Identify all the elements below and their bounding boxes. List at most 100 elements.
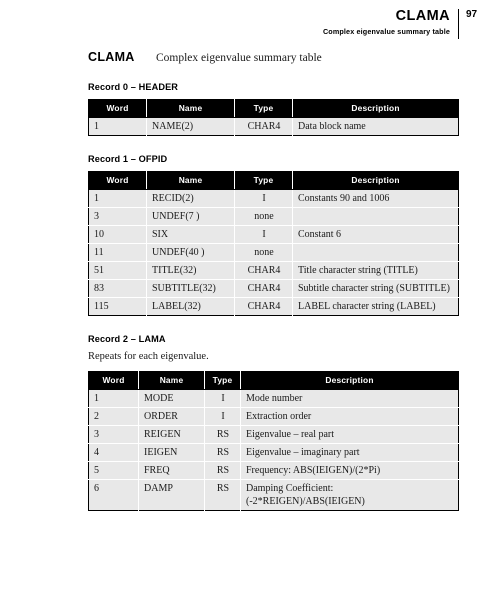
cell-name: ORDER [138, 407, 205, 426]
column-header-type: Type [204, 371, 241, 390]
cell-description [292, 243, 459, 262]
cell-description: LABEL character string (LABEL) [292, 297, 459, 316]
cell-description: Constant 6 [292, 225, 459, 244]
cell-description: Eigenvalue – imaginary part [240, 443, 459, 462]
header-chapter-subtitle: Complex eigenvalue summary table [322, 27, 450, 36]
page-running-header: CLAMA Complex eigenvalue summary table 9… [0, 8, 482, 42]
column-header-name: Name [146, 171, 235, 190]
header-divider-rule [458, 9, 459, 39]
table-row: 10 SIX I Constant 6 [88, 225, 459, 244]
cell-description: Data block name [292, 117, 459, 136]
table-row: 1 MODE I Mode number [88, 389, 459, 408]
cell-word: 115 [88, 297, 147, 316]
page-title: CLAMA [88, 50, 135, 64]
cell-type: CHAR4 [234, 117, 293, 136]
cell-name: NAME(2) [146, 117, 235, 136]
cell-name: DAMP [138, 479, 205, 511]
cell-word: 3 [88, 425, 139, 444]
column-header-description: Description [240, 371, 459, 390]
table-header-row: Word Name Type Description [88, 171, 459, 190]
cell-word: 1 [88, 189, 147, 208]
record-table-0: Word Name Type Description 1 NAME(2) CHA… [88, 99, 459, 136]
page-number: 97 [466, 9, 478, 20]
cell-word: 4 [88, 443, 139, 462]
record-note-2: Repeats for each eigenvalue. [88, 351, 209, 362]
cell-type: I [204, 407, 241, 426]
record-heading-2: Record 2 – LAMA [88, 334, 166, 344]
cell-type: none [234, 207, 293, 226]
cell-word: 3 [88, 207, 147, 226]
record-heading-1: Record 1 – OFPID [88, 154, 168, 164]
table-row: 3 UNDEF(7 ) none [88, 207, 459, 226]
column-header-description: Description [292, 99, 459, 118]
cell-word: 1 [88, 117, 147, 136]
cell-name: IEIGEN [138, 443, 205, 462]
table-row: 6 DAMP RS Damping Coefficient: (-2*REIGE… [88, 479, 459, 511]
cell-description: Title character string (TITLE) [292, 261, 459, 280]
cell-word: 83 [88, 279, 147, 298]
cell-type: I [234, 189, 293, 208]
cell-word: 10 [88, 225, 147, 244]
cell-type: RS [204, 425, 241, 444]
cell-description: Damping Coefficient: (-2*REIGEN)/ABS(IEI… [240, 479, 459, 511]
cell-name: FREQ [138, 461, 205, 480]
table-row: 2 ORDER I Extraction order [88, 407, 459, 426]
cell-word: 6 [88, 479, 139, 511]
cell-name: MODE [138, 389, 205, 408]
cell-type: I [234, 225, 293, 244]
cell-type: CHAR4 [234, 297, 293, 316]
page-title-description: Complex eigenvalue summary table [156, 52, 322, 64]
cell-description: Subtitle character string (SUBTITLE) [292, 279, 459, 298]
table-row: 1 RECID(2) I Constants 90 and 1006 [88, 189, 459, 208]
cell-name: REIGEN [138, 425, 205, 444]
table-row: 5 FREQ RS Frequency: ABS(IEIGEN)/(2*Pi) [88, 461, 459, 480]
column-header-word: Word [88, 99, 147, 118]
cell-type: CHAR4 [234, 279, 293, 298]
column-header-name: Name [146, 99, 235, 118]
cell-word: 5 [88, 461, 139, 480]
record-table-1: Word Name Type Description 1 RECID(2) I … [88, 171, 459, 316]
cell-word: 11 [88, 243, 147, 262]
cell-word: 2 [88, 407, 139, 426]
table-row: 1 NAME(2) CHAR4 Data block name [88, 117, 459, 136]
table-header-row: Word Name Type Description [88, 371, 459, 390]
record-table-2: Word Name Type Description 1 MODE I Mode… [88, 371, 459, 511]
cell-description: Constants 90 and 1006 [292, 189, 459, 208]
cell-name: UNDEF(7 ) [146, 207, 235, 226]
cell-description: Eigenvalue – real part [240, 425, 459, 444]
column-header-word: Word [88, 171, 147, 190]
header-text-block: CLAMA Complex eigenvalue summary table [323, 8, 458, 37]
cell-name: UNDEF(40 ) [146, 243, 235, 262]
table-header-row: Word Name Type Description [88, 99, 459, 118]
cell-type: RS [204, 479, 241, 511]
column-header-type: Type [234, 171, 293, 190]
table-row: 3 REIGEN RS Eigenvalue – real part [88, 425, 459, 444]
column-header-name: Name [138, 371, 205, 390]
table-row: 83 SUBTITLE(32) CHAR4 Subtitle character… [88, 279, 459, 298]
cell-type: none [234, 243, 293, 262]
record-heading-0: Record 0 – HEADER [88, 82, 179, 92]
cell-name: SIX [146, 225, 235, 244]
cell-description: Frequency: ABS(IEIGEN)/(2*Pi) [240, 461, 459, 480]
header-chapter-title: CLAMA [395, 8, 450, 24]
cell-word: 1 [88, 389, 139, 408]
cell-type: RS [204, 443, 241, 462]
column-header-description: Description [292, 171, 459, 190]
cell-name: TITLE(32) [146, 261, 235, 280]
column-header-word: Word [88, 371, 139, 390]
page-title-row: CLAMA Complex eigenvalue summary table [88, 50, 458, 64]
cell-type: I [204, 389, 241, 408]
cell-type: CHAR4 [234, 261, 293, 280]
cell-name: LABEL(32) [146, 297, 235, 316]
cell-description [292, 207, 459, 226]
document-content: CLAMA Complex eigenvalue summary table R… [88, 50, 459, 529]
cell-name: SUBTITLE(32) [146, 279, 235, 298]
cell-name: RECID(2) [146, 189, 235, 208]
cell-type: RS [204, 461, 241, 480]
table-row: 11 UNDEF(40 ) none [88, 243, 459, 262]
cell-word: 51 [88, 261, 147, 280]
table-row: 115 LABEL(32) CHAR4 LABEL character stri… [88, 297, 459, 316]
column-header-type: Type [234, 99, 293, 118]
cell-description: Extraction order [240, 407, 459, 426]
table-row: 4 IEIGEN RS Eigenvalue – imaginary part [88, 443, 459, 462]
